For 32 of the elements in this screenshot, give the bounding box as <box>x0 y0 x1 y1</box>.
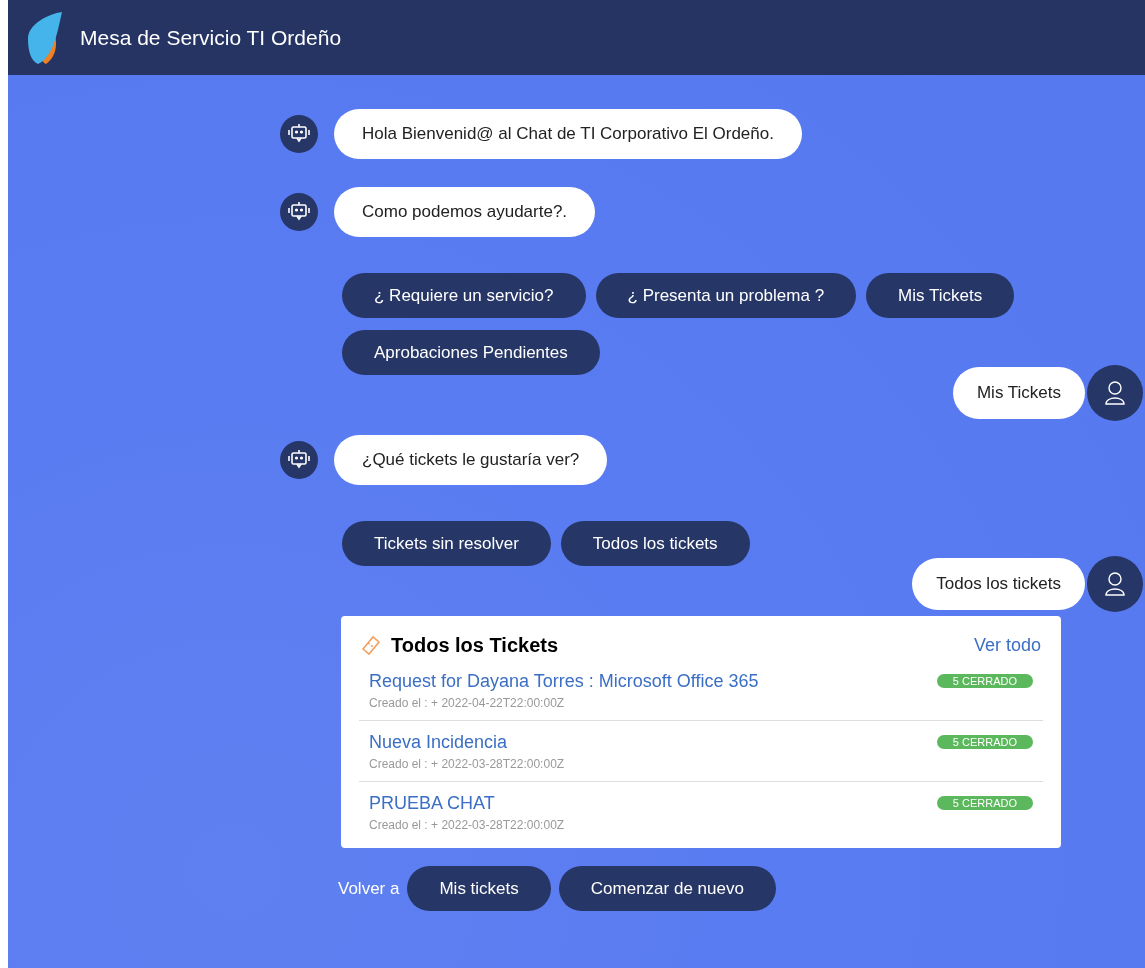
bot-avatar-icon <box>280 441 318 479</box>
back-label: Volver a <box>338 877 400 900</box>
user-message: Mis Tickets <box>952 367 1085 419</box>
option-button[interactable]: Mis tickets <box>407 866 551 911</box>
bot-message: Hola Bienvenid@ al Chat de TI Corporativo El Ordeño. <box>334 109 802 159</box>
ticket-icon <box>359 633 383 657</box>
view-all-link[interactable]: Ver todo <box>973 631 1041 659</box>
bot-avatar-icon <box>280 193 318 231</box>
app-title: Mesa de Servicio TI Ordeño <box>80 24 342 51</box>
status-badge: 5 CERRADO <box>936 796 1033 810</box>
user-message: Todos los tickets <box>912 558 1085 610</box>
option-button[interactable]: Mis Tickets <box>866 273 1015 318</box>
option-button[interactable]: ¿ Presenta un problema ? <box>595 273 857 318</box>
bot-message: Como podemos ayudarte?. <box>334 187 596 237</box>
option-button[interactable]: Todos los tickets <box>560 521 750 566</box>
option-button[interactable]: Aprobaciones Pendientes <box>342 330 600 375</box>
ticket-date: Creado el : + 2022-03-28T22:00:00Z <box>369 756 566 773</box>
user-avatar-icon <box>1087 556 1143 612</box>
user-avatar-icon <box>1087 365 1143 421</box>
bot-avatar-icon <box>280 115 318 153</box>
ticket-title-link[interactable]: Nueva Incidencia <box>369 731 799 753</box>
option-button[interactable]: Tickets sin resolver <box>342 521 551 566</box>
status-badge: 5 CERRADO <box>936 735 1033 749</box>
bot-message: ¿Qué tickets le gustaría ver? <box>334 435 608 485</box>
ticket-title-link[interactable]: PRUEBA CHAT <box>369 792 799 814</box>
option-button[interactable]: ¿ Requiere un servicio? <box>342 273 586 318</box>
ticket-title-link[interactable]: Request for Dayana Torres : Microsoft Office 365 <box>369 670 799 692</box>
status-badge: 5 CERRADO <box>936 674 1033 688</box>
option-button[interactable]: Comenzar de nuevo <box>558 866 776 911</box>
ticket-date: Creado el : + 2022-04-22T22:00:00Z <box>369 695 566 712</box>
card-title: Todos los Tickets <box>391 633 559 658</box>
ticket-date: Creado el : + 2022-03-28T22:00:00Z <box>369 817 566 834</box>
